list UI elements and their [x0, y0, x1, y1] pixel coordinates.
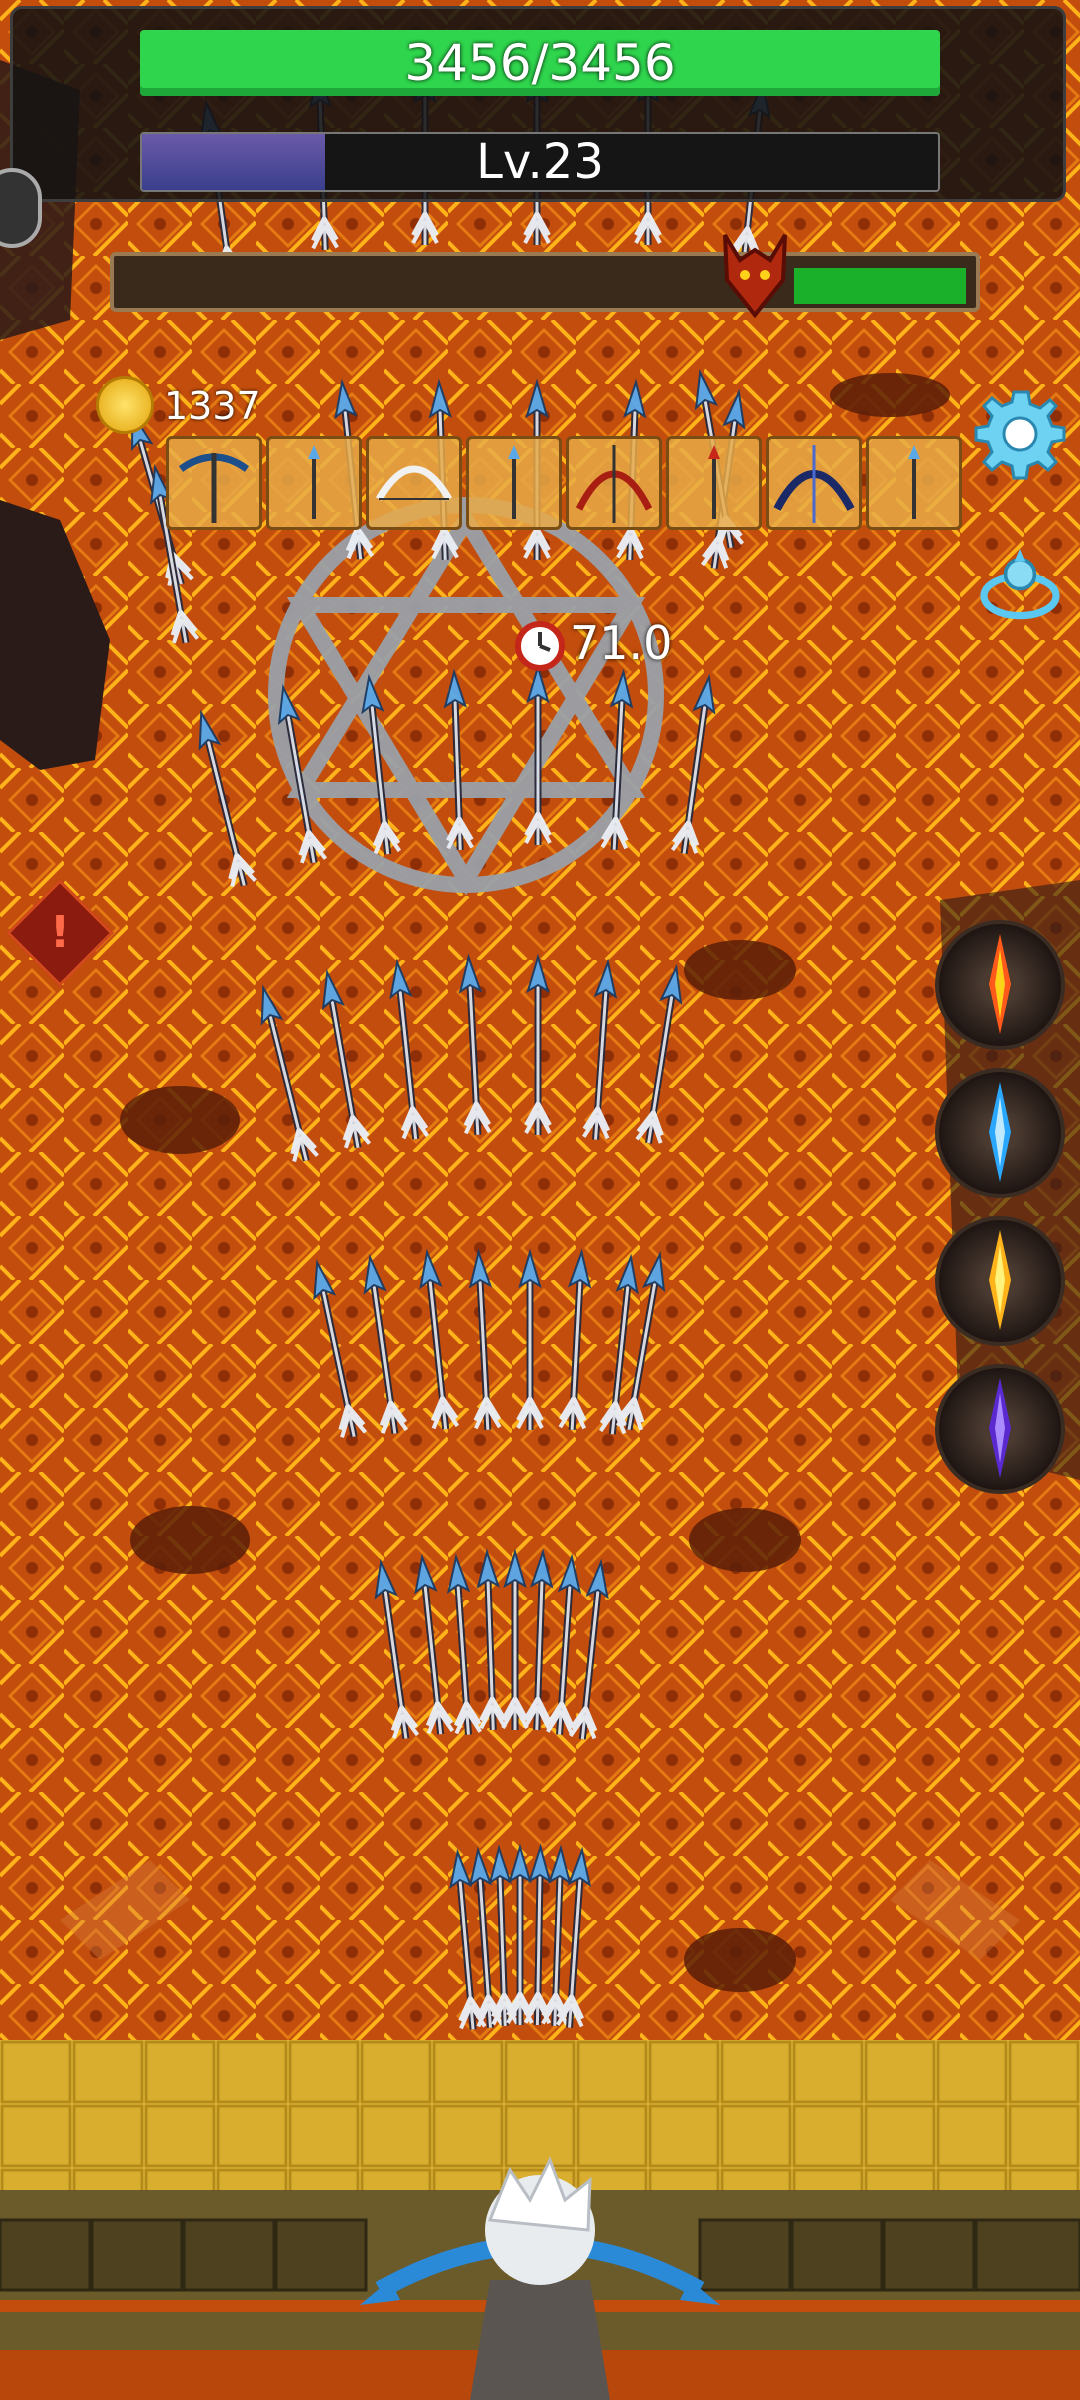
ice-arrow-icon: [989, 1082, 1011, 1182]
arrow-icon: [908, 445, 920, 519]
pause-button[interactable]: [0, 168, 42, 248]
shadow-arrow-icon: [989, 1378, 1011, 1478]
weapon-slot-bow-white[interactable]: [366, 436, 462, 530]
skill-tree-icon[interactable]: [975, 540, 1065, 630]
weapon-slot-arrow-2[interactable]: [466, 436, 562, 530]
weapon-slot-arrow-3[interactable]: [866, 436, 962, 530]
ice-arrow-skill-button[interactable]: [935, 1068, 1065, 1198]
weapon-slot-crossbow[interactable]: [166, 436, 262, 530]
coin-count: 1337: [164, 384, 261, 428]
fire-arrow-icon: [989, 934, 1011, 1034]
lightning-arrow-icon: [989, 1230, 1011, 1330]
coin-icon: [96, 376, 154, 434]
weapon-slot-arrow-1[interactable]: [266, 436, 362, 530]
demon-boss-icon: [723, 233, 787, 319]
alarm-clock-icon: [515, 621, 565, 671]
arrow-red-icon: [708, 445, 720, 519]
player-health-text: 3456/3456: [404, 34, 676, 92]
fire-arrow-skill-button[interactable]: [935, 920, 1065, 1050]
weapon-slot-bow-red[interactable]: [566, 436, 662, 530]
wave-timer: 71.0: [570, 616, 673, 670]
bow-dark-blue-icon: [773, 445, 855, 523]
boss-health-fill: [793, 268, 966, 304]
level-text: Lv.23: [476, 134, 604, 190]
crossbow-blue-icon: [178, 453, 250, 523]
weapon-slot-bow-dark-blue[interactable]: [766, 436, 862, 530]
lightning-arrow-skill-button[interactable]: [935, 1216, 1065, 1346]
weapon-slot-bar: [166, 436, 966, 532]
arrow-icon: [308, 445, 320, 519]
settings-gear-icon[interactable]: [970, 384, 1070, 484]
warning-mark: !: [49, 907, 71, 958]
bow-white-icon: [375, 465, 453, 501]
shadow-arrow-skill-button[interactable]: [935, 1364, 1065, 1494]
weapon-slot-arrow-red[interactable]: [666, 436, 762, 530]
boss-health-bar: [110, 252, 980, 312]
bow-red-icon: [575, 445, 653, 523]
arrow-icon: [508, 445, 520, 519]
archer-hero: [360, 2156, 720, 2400]
